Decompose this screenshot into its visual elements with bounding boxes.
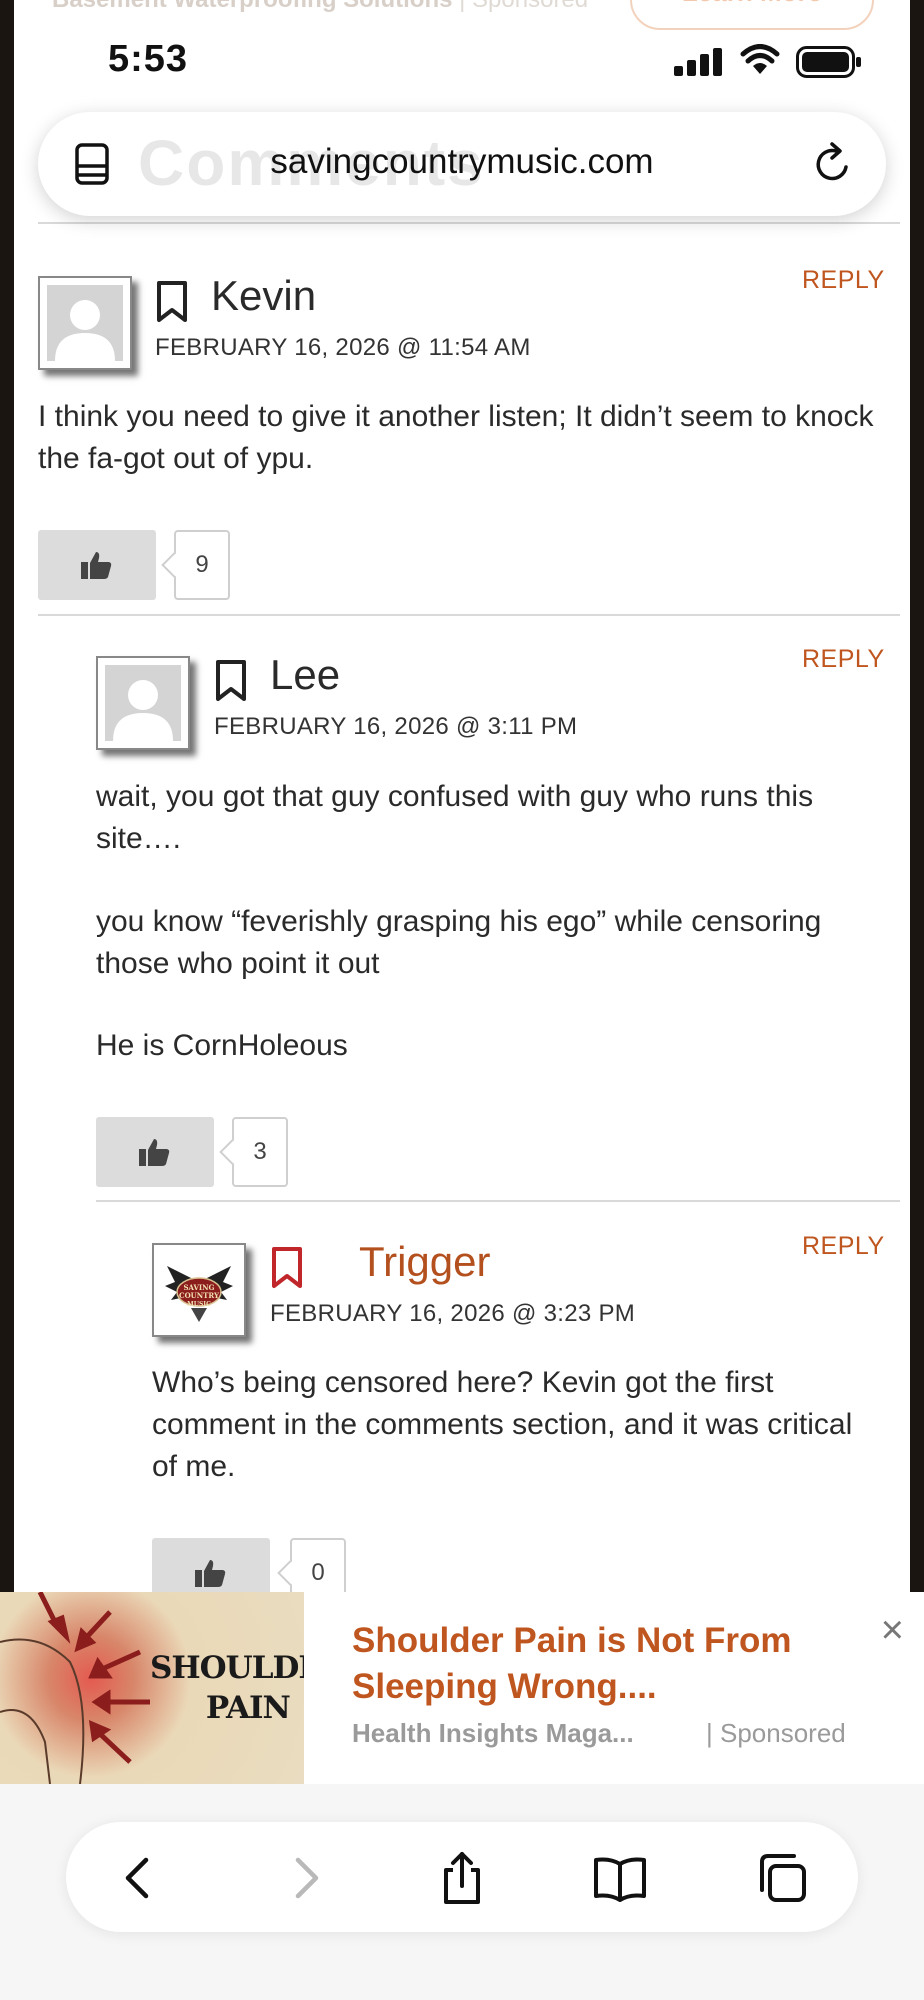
avatar: SAVING COUNTRY MUSIC [152,1243,246,1337]
signal-icon [674,48,722,76]
svg-text:COUNTRY: COUNTRY [179,1291,220,1300]
thumbs-up-icon [195,1560,226,1587]
ad-title[interactable]: Shoulder Pain is Not From Sleeping Wrong… [352,1618,872,1710]
reply-button[interactable]: REPLY [802,266,885,295]
comment-body: wait, you got that guy confused with guy… [96,780,814,855]
share-icon[interactable] [434,1850,490,1906]
ad-image-text: SHOULDER PAIN [150,1650,304,1726]
url-text[interactable]: savingcountrymusic.com [38,142,886,182]
reply-button[interactable]: REPLY [802,1232,885,1261]
like-count: 0 [290,1538,346,1600]
back-icon[interactable] [112,1850,168,1906]
browser-toolbar [66,1822,858,1932]
comment-body: Who’s being censored here? Kevin got the… [152,1366,853,1483]
like-button[interactable] [96,1117,214,1187]
divider [38,614,900,616]
divider [96,1200,900,1202]
comment-date[interactable]: FEBRUARY 16, 2026 @ 3:11 PM [214,713,577,741]
comment-body: you know “feverishly grasping his ego” w… [96,905,822,980]
thumbs-up-icon [139,1139,170,1166]
status-time: 5:53 [108,38,189,80]
comment-date[interactable]: FEBRUARY 16, 2026 @ 3:23 PM [270,1300,635,1328]
divider [38,222,900,224]
avatar [96,656,190,750]
comment-date[interactable]: FEBRUARY 16, 2026 @ 11:54 AM [155,334,531,362]
thumbs-up-icon [81,552,112,579]
ad-image[interactable]: SHOULDER PAIN [0,1592,304,1784]
tabs-icon[interactable] [754,1850,810,1906]
bookmark-icon[interactable] [214,659,248,703]
ad-sponsored-label: | Sponsored [706,1718,846,1748]
status-bar: 5:53 [0,0,924,110]
bookmarks-icon[interactable] [592,1850,648,1906]
close-icon[interactable]: × [881,1610,904,1650]
like-button[interactable] [152,1538,270,1600]
like-button[interactable] [38,530,156,600]
bookmark-icon[interactable] [270,1246,304,1290]
forward-icon[interactable] [276,1850,332,1906]
battery-icon [796,46,861,78]
ad-source[interactable]: Health Insights Maga... [352,1718,634,1749]
web-page: Basement Waterproofing Solutions | Spons… [14,0,910,1600]
bookmark-icon[interactable] [155,280,189,324]
comment-author[interactable]: Kevin [211,272,316,320]
comment-body: I think you need to give it another list… [38,400,874,475]
address-bar[interactable]: Comments savingcountrymusic.com [38,112,886,216]
comment-author[interactable]: Trigger [359,1238,490,1286]
sponsored-ad[interactable]: SHOULDER PAIN Shoulder Pain is Not From … [0,1592,924,1784]
comment-body: He is CornHoleous [96,1029,348,1062]
svg-text:MUSIC: MUSIC [187,1301,211,1308]
saving-country-music-logo: SAVING COUNTRY MUSIC [165,1266,233,1322]
reply-button[interactable]: REPLY [802,645,885,674]
wifi-icon [740,44,780,74]
like-count: 3 [232,1117,288,1187]
like-count: 9 [174,530,230,600]
avatar [38,276,132,370]
comment-author[interactable]: Lee [270,651,340,699]
reload-icon[interactable] [812,140,854,186]
browser-bottom-area [0,1784,924,2000]
